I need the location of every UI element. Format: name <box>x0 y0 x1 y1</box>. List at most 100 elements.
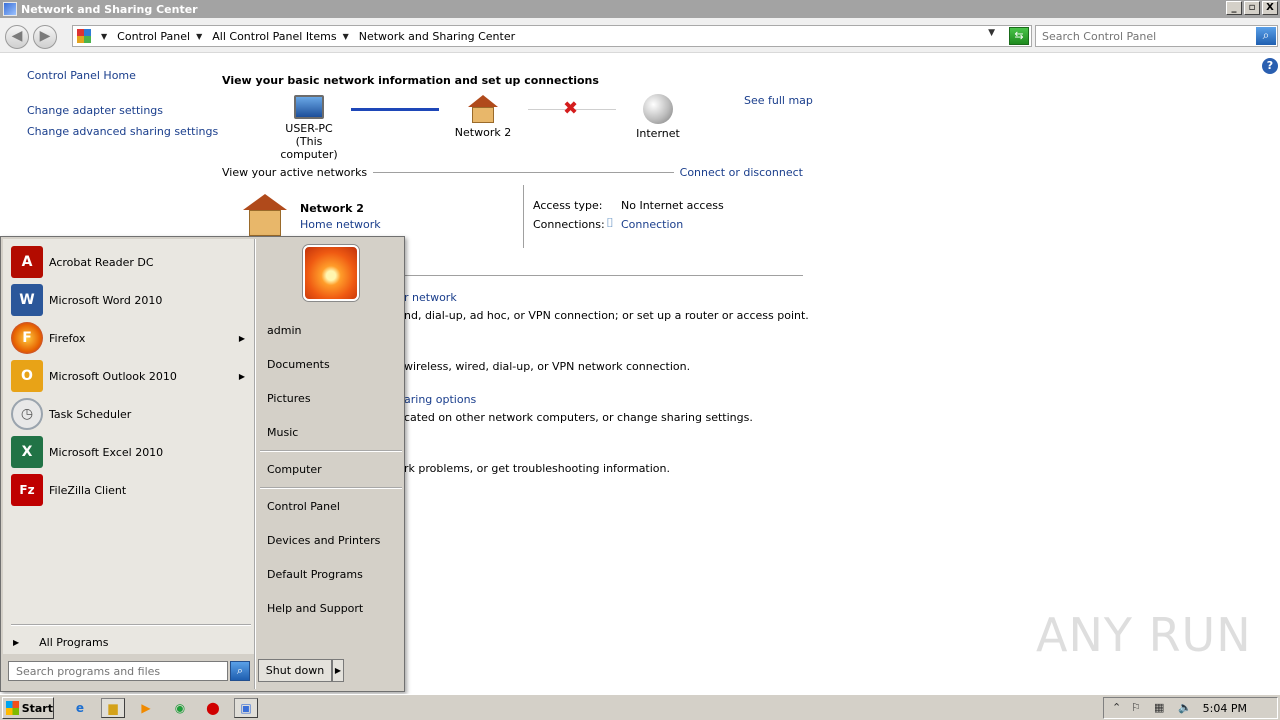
network-tray-icon[interactable]: ▦ <box>1154 701 1164 714</box>
start-search-input[interactable] <box>9 662 227 680</box>
active-network-name: Network 2 <box>300 202 364 215</box>
program-word[interactable]: W Microsoft Word 2010 <box>11 283 251 317</box>
start-computer[interactable]: Computer <box>267 463 322 476</box>
divider <box>523 185 524 248</box>
taskbar: Start e ▆ ▶ ◉ ⬤ ▣ ⌃ ⚐ ▦ 🔈 5:04 PM <box>0 694 1280 720</box>
close-button[interactable]: X <box>1262 1 1278 15</box>
divider <box>260 450 402 452</box>
see-full-map-link[interactable]: See full map <box>744 94 813 107</box>
program-filezilla[interactable]: Fz FileZilla Client <box>11 473 251 507</box>
address-dropdown-icon[interactable]: ▼ <box>988 28 995 38</box>
divider <box>352 172 693 173</box>
search-input[interactable] <box>1036 26 1252 46</box>
no-connection-icon: ✖ <box>563 98 579 119</box>
minimize-button[interactable]: _ <box>1226 1 1242 15</box>
clock[interactable]: 5:04 PM <box>1203 702 1247 715</box>
start-music[interactable]: Music <box>267 426 298 439</box>
setup-network-link[interactable]: r network <box>404 291 457 304</box>
media-player-icon[interactable]: ▶ <box>134 698 158 718</box>
system-tray: ⌃ ⚐ ▦ 🔈 5:04 PM <box>1103 697 1278 719</box>
start-devices-printers[interactable]: Devices and Printers <box>267 534 380 547</box>
all-programs-button[interactable]: ▶ All Programs <box>13 636 108 649</box>
page-heading: View your basic network information and … <box>222 74 599 87</box>
program-acrobat[interactable]: A Acrobat Reader DC <box>11 245 251 279</box>
volume-icon[interactable]: 🔈 <box>1178 701 1192 714</box>
active-networks-header: View your active networks Connect or dis… <box>222 166 803 180</box>
sharing-options-desc: cated on other network computers, or cha… <box>404 411 753 424</box>
start-button[interactable]: Start <box>2 697 54 719</box>
program-firefox[interactable]: F Firefox ▶ <box>11 321 251 355</box>
forward-button[interactable]: ▶ <box>33 25 57 49</box>
divider <box>260 487 402 489</box>
computer-node[interactable]: USER-PC (This computer) <box>268 95 350 161</box>
show-hidden-icons-icon[interactable]: ⌃ <box>1112 701 1121 714</box>
start-help-support[interactable]: Help and Support <box>267 602 363 615</box>
internet-node[interactable]: Internet <box>630 94 686 140</box>
window-controls: _ ▫ X <box>1226 1 1278 15</box>
breadcrumb-all-items[interactable]: All Control Panel Items ▼ <box>212 30 355 43</box>
breadcrumb-arrow[interactable]: ▼ <box>99 32 113 41</box>
sharing-options-link[interactable]: aring options <box>404 393 476 406</box>
shutdown-options-icon[interactable]: ▶ <box>332 659 344 682</box>
connection-link[interactable]: Connection <box>621 218 683 231</box>
user-avatar[interactable] <box>303 245 359 301</box>
connection-icon: ⌷ <box>606 216 614 231</box>
active-network-icon-wrap <box>243 194 291 236</box>
search-box[interactable]: ⌕ <box>1035 25 1278 47</box>
connect-network-desc: wireless, wired, dial-up, or VPN network… <box>404 360 691 373</box>
divider <box>254 239 256 689</box>
search-icon[interactable]: ⌕ <box>230 661 250 681</box>
search-icon[interactable]: ⌕ <box>1256 27 1276 45</box>
connect-disconnect-link[interactable]: Connect or disconnect <box>673 166 803 179</box>
window-title: Network and Sharing Center <box>21 2 198 16</box>
start-user-admin[interactable]: admin <box>267 324 301 337</box>
program-outlook[interactable]: O Microsoft Outlook 2010 ▶ <box>11 359 251 393</box>
submenu-arrow-icon: ▶ <box>238 371 245 381</box>
breadcrumb-network-center[interactable]: Network and Sharing Center <box>359 30 515 43</box>
ie-icon[interactable]: e <box>68 698 92 718</box>
address-bar[interactable]: ▼ Control Panel ▼ All Control Panel Items… <box>72 25 1032 47</box>
program-label: Microsoft Outlook 2010 <box>49 369 177 383</box>
arrow-right-icon: ▶ <box>13 638 20 647</box>
access-type-value: No Internet access <box>621 199 724 212</box>
home-network-link[interactable]: Home network <box>300 218 381 231</box>
troubleshoot-desc: rk problems, or get troubleshooting info… <box>404 462 671 475</box>
action-center-flag-icon[interactable]: ⚐ <box>1131 701 1141 714</box>
start-control-panel[interactable]: Control Panel <box>267 500 340 513</box>
network-node[interactable]: Network 2 <box>450 95 516 139</box>
opera-icon[interactable]: ⬤ <box>201 698 225 718</box>
filezilla-icon: Fz <box>11 474 43 506</box>
acrobat-icon: A <box>11 246 43 278</box>
change-advanced-sharing-link[interactable]: Change advanced sharing settings <box>27 125 218 138</box>
computer-icon <box>294 95 324 119</box>
program-task-scheduler[interactable]: ◷ Task Scheduler <box>11 397 251 431</box>
excel-icon: X <box>11 436 43 468</box>
control-panel-icon <box>77 29 91 43</box>
outlook-icon: O <box>11 360 43 392</box>
explorer-icon[interactable]: ▆ <box>101 698 125 718</box>
network-center-taskbar-icon[interactable]: ▣ <box>234 698 258 718</box>
breadcrumb-control-panel[interactable]: Control Panel ▼ <box>117 30 208 43</box>
chrome-icon[interactable]: ◉ <box>168 698 192 718</box>
help-icon[interactable]: ? <box>1262 58 1278 74</box>
access-type-label: Access type: <box>533 199 603 212</box>
start-search-box[interactable] <box>8 661 228 681</box>
computer-sub: (This computer) <box>280 135 338 161</box>
start-pictures[interactable]: Pictures <box>267 392 311 405</box>
program-excel[interactable]: X Microsoft Excel 2010 <box>11 435 251 469</box>
control-panel-home-link[interactable]: Control Panel Home <box>27 69 136 82</box>
firefox-icon: F <box>11 322 43 354</box>
start-default-programs[interactable]: Default Programs <box>267 568 363 581</box>
restore-button[interactable]: ▫ <box>1244 1 1260 15</box>
shutdown-button[interactable]: Shut down <box>258 659 332 682</box>
refresh-button[interactable]: ⇆ <box>1009 27 1029 45</box>
network-center-icon <box>3 2 17 16</box>
back-button[interactable]: ◀ <box>5 25 29 49</box>
change-adapter-link[interactable]: Change adapter settings <box>27 104 163 117</box>
start-documents[interactable]: Documents <box>267 358 330 371</box>
anyrun-watermark: ANY RUN <box>1036 608 1252 662</box>
computer-name: USER-PC <box>285 122 333 135</box>
word-icon: W <box>11 284 43 316</box>
setup-network-desc: nd, dial-up, ad hoc, or VPN connection; … <box>404 309 809 322</box>
globe-icon <box>643 94 673 124</box>
